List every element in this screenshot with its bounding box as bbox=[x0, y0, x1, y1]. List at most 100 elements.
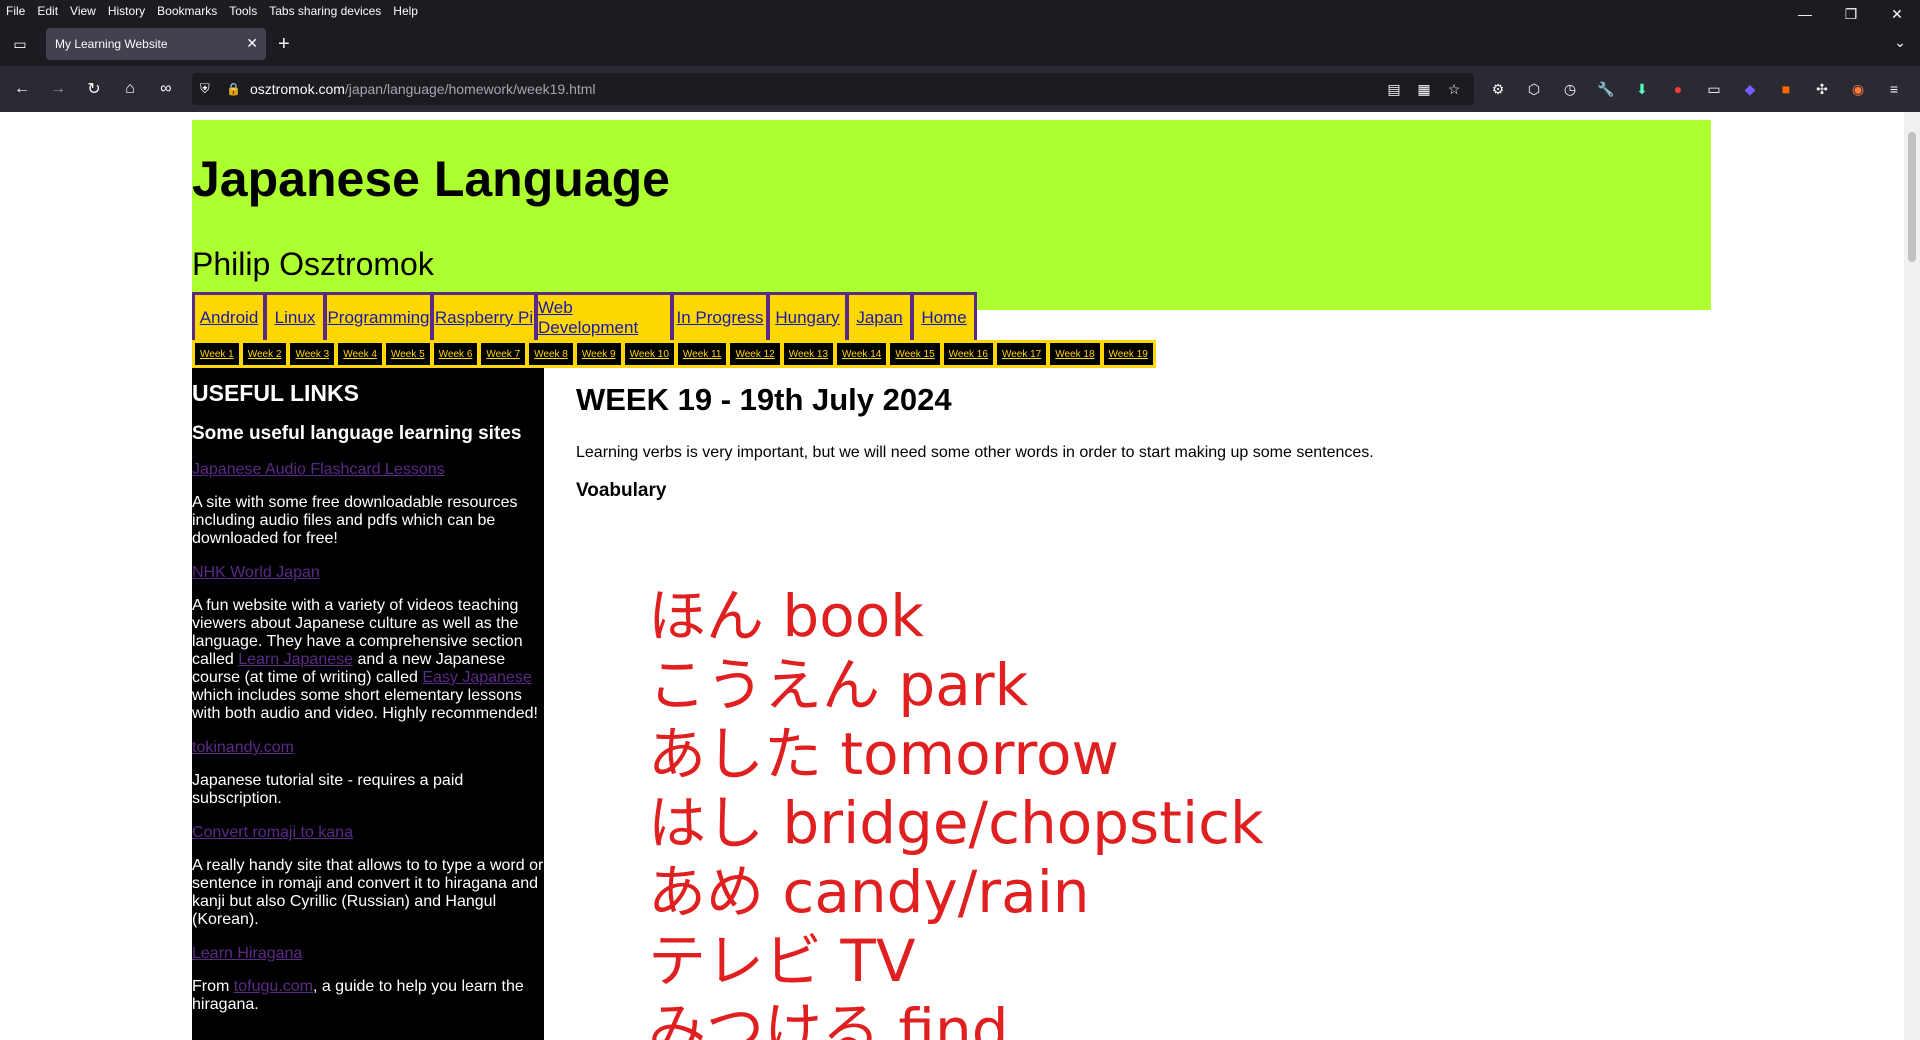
menu-item[interactable]: Bookmarks bbox=[151, 4, 223, 18]
week-link[interactable]: Week 5 bbox=[385, 343, 430, 365]
tab-bar: ▭ My Learning Website ✕ + ⌄ bbox=[0, 22, 1920, 66]
reader-view-icon[interactable]: ▤ bbox=[1384, 79, 1404, 99]
pocket-icon[interactable]: ⬡ bbox=[1522, 78, 1546, 100]
week-link[interactable]: Week 12 bbox=[730, 343, 780, 365]
reload-icon[interactable]: ↻ bbox=[82, 77, 106, 101]
main-nav: Android Linux Programming Raspberry Pi Web D… bbox=[192, 292, 977, 340]
chevron-down-icon[interactable]: ⌄ bbox=[1894, 34, 1906, 51]
menu-item[interactable]: Tabs sharing devices bbox=[263, 4, 387, 18]
nav-link[interactable]: Japan bbox=[849, 295, 910, 340]
extension-red-icon[interactable]: ● bbox=[1666, 78, 1690, 100]
page-viewport: Japanese Language Philip Osztromok Andro… bbox=[0, 112, 1904, 1040]
new-tab-icon[interactable]: + bbox=[278, 34, 290, 54]
week-link[interactable]: Week 7 bbox=[481, 343, 526, 365]
back-icon[interactable]: ← bbox=[10, 77, 34, 101]
desc-hiragana-text-a: From bbox=[192, 978, 234, 995]
vocab-item: あめ candy/rain bbox=[648, 858, 1090, 926]
week-link[interactable]: Week 17 bbox=[996, 343, 1047, 365]
lock-icon[interactable]: 🔒 bbox=[226, 82, 242, 96]
nav-link[interactable]: Home bbox=[914, 295, 974, 340]
week-link[interactable]: Week 6 bbox=[433, 343, 478, 365]
url-host: osztromok.com bbox=[250, 81, 345, 97]
tracking-shield-icon[interactable]: ⛨ bbox=[200, 81, 220, 97]
week-link[interactable]: Week 4 bbox=[338, 343, 382, 365]
link-learn-japanese[interactable]: Learn Japanese bbox=[238, 651, 353, 668]
toolbar-icons: ⚙ ⬡ ◷ 🔧 ⬇ ● ▭ ◆ ■ ✣ ◉ ≡ bbox=[1486, 78, 1906, 100]
link-tofugu[interactable]: tofugu.com bbox=[234, 978, 313, 995]
url-bar[interactable]: ⛨ 🔒 osztromok.com/japan/language/homewor… bbox=[192, 73, 1474, 105]
week-link[interactable]: Week 3 bbox=[290, 343, 335, 365]
home-icon[interactable]: ⌂ bbox=[118, 77, 142, 101]
menu-item[interactable]: View bbox=[64, 4, 102, 18]
menu-bar: File Edit View History Bookmarks Tools Tabs sh… bbox=[0, 0, 1920, 22]
week-link[interactable]: Week 1 bbox=[195, 343, 239, 365]
week-link[interactable]: Week 19 bbox=[1103, 343, 1153, 365]
account-avatar-icon[interactable]: ◉ bbox=[1846, 78, 1870, 100]
close-tab-icon[interactable]: ✕ bbox=[246, 35, 258, 52]
main-content: WEEK 19 - 19th July 2024 Learning verbs … bbox=[576, 382, 1676, 1040]
week-link[interactable]: Week 10 bbox=[624, 343, 674, 365]
download-icon[interactable]: ⬇ bbox=[1630, 78, 1654, 100]
nav-link[interactable]: In Progress bbox=[674, 295, 766, 340]
link-convert-romaji[interactable]: Convert romaji to kana bbox=[192, 824, 353, 841]
link-learn-hiragana[interactable]: Learn Hiragana bbox=[192, 945, 302, 962]
vocab-item: テレビ TV bbox=[648, 927, 916, 995]
sidebar-subheading: Some useful language learning sites bbox=[192, 423, 522, 444]
site-header: Japanese Language Philip Osztromok bbox=[192, 120, 1711, 310]
link-easy-japanese[interactable]: Easy Japanese bbox=[422, 669, 531, 686]
link-audio-flashcards[interactable]: Japanese Audio Flashcard Lessons bbox=[192, 461, 445, 478]
desc-nhk-world: A fun website with a variety of videos t… bbox=[192, 597, 544, 723]
tab-title: My Learning Website bbox=[55, 37, 168, 51]
sidebar-heading: USEFUL LINKS bbox=[192, 380, 359, 406]
bookmark-star-icon[interactable]: ☆ bbox=[1444, 79, 1464, 99]
site-author: Philip Osztromok bbox=[192, 246, 434, 282]
extension-translate-icon[interactable]: ■ bbox=[1774, 78, 1798, 100]
extensions-puzzle-icon[interactable]: ✣ bbox=[1810, 78, 1834, 100]
nav-link[interactable]: Raspberry Pi bbox=[434, 295, 534, 340]
vocab-item: みつける find bbox=[648, 996, 1009, 1040]
week-link[interactable]: Week 9 bbox=[576, 343, 621, 365]
nav-link[interactable]: Web Development bbox=[538, 295, 670, 340]
history-clock-icon[interactable]: ◷ bbox=[1558, 78, 1582, 100]
menu-item[interactable]: Tools bbox=[223, 4, 263, 18]
tab-list-icon[interactable]: ▭ bbox=[8, 32, 32, 56]
tab-active[interactable]: My Learning Website ✕ bbox=[46, 28, 266, 60]
scrollbar-thumb[interactable] bbox=[1908, 132, 1916, 262]
vocab-item: こうえん park bbox=[648, 651, 1029, 719]
wrench-icon[interactable]: 🔧 bbox=[1594, 78, 1618, 100]
week-link[interactable]: Week 18 bbox=[1050, 343, 1100, 365]
nav-link[interactable]: Programming bbox=[327, 295, 430, 340]
nav-link[interactable]: Hungary bbox=[770, 295, 845, 340]
menu-item[interactable]: Edit bbox=[31, 4, 64, 18]
menu-item[interactable]: File bbox=[0, 4, 31, 18]
link-tokinandy[interactable]: tokinandy.com bbox=[192, 739, 294, 756]
page-scrollbar[interactable] bbox=[1904, 112, 1920, 1040]
link-nhk-world[interactable]: NHK World Japan bbox=[192, 564, 320, 581]
desc-nhk-text-c: which includes some short elementary les… bbox=[192, 687, 538, 722]
site-title: Japanese Language bbox=[192, 151, 670, 207]
forward-icon[interactable]: → bbox=[46, 77, 70, 101]
nav-bar: ← → ↻ ⌂ ∞ ⛨ 🔒 osztromok.com/japan/langua… bbox=[0, 66, 1920, 112]
qr-code-icon[interactable]: ▦ bbox=[1414, 79, 1434, 99]
private-mask-icon[interactable]: ∞ bbox=[154, 77, 178, 101]
desc-convert-romaji: A really handy site that allows to to ty… bbox=[192, 857, 544, 928]
week-link[interactable]: Week 2 bbox=[242, 343, 287, 365]
nav-link[interactable]: Linux bbox=[267, 295, 323, 340]
extension-badge-icon[interactable]: ◆ bbox=[1738, 78, 1762, 100]
week-link[interactable]: Week 11 bbox=[677, 343, 727, 365]
week-link[interactable]: Week 13 bbox=[783, 343, 834, 365]
app-menu-icon[interactable]: ≡ bbox=[1882, 78, 1906, 100]
settings-gear-icon[interactable]: ⚙ bbox=[1486, 78, 1510, 100]
menu-item[interactable]: History bbox=[102, 4, 151, 18]
intro-text: Learning verbs is very important, but we… bbox=[576, 444, 1374, 461]
extension-card-icon[interactable]: ▭ bbox=[1702, 78, 1726, 100]
week-link[interactable]: Week 8 bbox=[529, 343, 573, 365]
url-path: /japan/language/homework/week19.html bbox=[344, 81, 596, 97]
nav-link[interactable]: Android bbox=[195, 295, 263, 340]
menu-item[interactable]: Help bbox=[387, 4, 424, 18]
week-link[interactable]: Week 15 bbox=[890, 343, 940, 365]
desc-tokinandy: Japanese tutorial site - requires a paid… bbox=[192, 772, 464, 807]
sidebar-useful-links: USEFUL LINKS Some useful language learni… bbox=[192, 368, 544, 1040]
week-link[interactable]: Week 16 bbox=[943, 343, 993, 365]
week-link[interactable]: Week 14 bbox=[837, 343, 887, 365]
